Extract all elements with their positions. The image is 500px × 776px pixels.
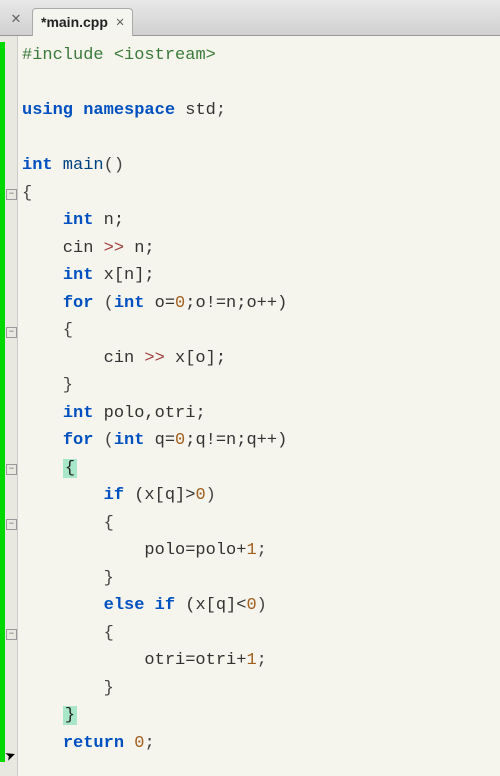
code-token: int <box>114 431 145 450</box>
code-token: polo=polo+ <box>22 541 246 560</box>
code-token: 0 <box>134 734 144 753</box>
editor: − − − − − #include <iostream> using name… <box>0 36 500 776</box>
code-token: main <box>53 156 104 175</box>
code-token: ; <box>257 651 267 670</box>
code-token: { <box>22 514 114 533</box>
code-token: for <box>63 294 94 313</box>
code-token: 0 <box>246 596 256 615</box>
code-token: } <box>22 569 114 588</box>
code-token: ; <box>257 541 267 560</box>
code-token: ;q!=n;q++) <box>185 431 287 450</box>
code-token: } <box>22 376 73 395</box>
code-token: 1 <box>246 541 256 560</box>
code-token: >> <box>104 239 124 258</box>
close-icon[interactable]: ✕ <box>8 10 24 26</box>
code-token: cin <box>22 239 104 258</box>
code-token: if <box>104 486 124 505</box>
code-token: o= <box>144 294 175 313</box>
code-token: { <box>22 321 73 340</box>
code-token: int <box>63 404 94 423</box>
code-token: 0 <box>195 486 205 505</box>
code-token: (x[q]< <box>175 596 246 615</box>
code-token: else if <box>104 596 175 615</box>
code-token: ( <box>93 294 113 313</box>
code-token: std <box>175 101 216 120</box>
code-token: namespace <box>73 101 175 120</box>
fold-icon[interactable]: − <box>6 629 17 640</box>
code-token: #include <box>22 46 104 65</box>
code-token: ) <box>257 596 267 615</box>
code-token: otri=otri+ <box>22 651 246 670</box>
brace-highlight: { <box>63 459 77 478</box>
code-token: int <box>63 266 94 285</box>
code-token: ( <box>93 431 113 450</box>
code-token: ; <box>216 101 226 120</box>
code-token: int <box>114 294 145 313</box>
code-token: ; <box>144 734 154 753</box>
code-token: return <box>63 734 124 753</box>
code-token: int <box>22 156 53 175</box>
code-token: 1 <box>246 651 256 670</box>
fold-icon[interactable]: − <box>6 189 17 200</box>
tab-main-cpp[interactable]: *main.cpp ✕ <box>32 8 133 36</box>
tab-title: *main.cpp <box>41 14 108 30</box>
gutter: − − − − − <box>0 36 18 776</box>
fold-icon[interactable]: − <box>6 464 17 475</box>
brace-highlight: } <box>63 706 77 725</box>
code-token: int <box>63 211 94 230</box>
fold-icon[interactable]: − <box>6 327 17 338</box>
code-token: (x[q]> <box>124 486 195 505</box>
code-token: n; <box>124 239 155 258</box>
code-token <box>124 734 134 753</box>
code-token: { <box>22 184 32 203</box>
code-token: 0 <box>175 294 185 313</box>
code-token: x[n]; <box>93 266 154 285</box>
fold-icon[interactable]: − <box>6 519 17 530</box>
code-token: polo,otri; <box>93 404 205 423</box>
code-token: <iostream> <box>104 46 216 65</box>
code-token: using <box>22 101 73 120</box>
code-token: x[o]; <box>165 349 226 368</box>
code-area[interactable]: #include <iostream> using namespace std;… <box>18 36 500 776</box>
code-token: } <box>22 679 114 698</box>
code-token: for <box>63 431 94 450</box>
tab-close-icon[interactable]: ✕ <box>116 14 124 31</box>
code-token: cin <box>22 349 144 368</box>
code-token: () <box>104 156 124 175</box>
code-token: n; <box>93 211 124 230</box>
code-token: ;o!=n;o++) <box>185 294 287 313</box>
tabs-bar: ✕ *main.cpp ✕ <box>0 0 500 36</box>
code-token: >> <box>144 349 164 368</box>
code-token: ) <box>206 486 216 505</box>
change-marker <box>0 42 5 762</box>
code-token: 0 <box>175 431 185 450</box>
code-token: { <box>22 624 114 643</box>
code-token: q= <box>144 431 175 450</box>
